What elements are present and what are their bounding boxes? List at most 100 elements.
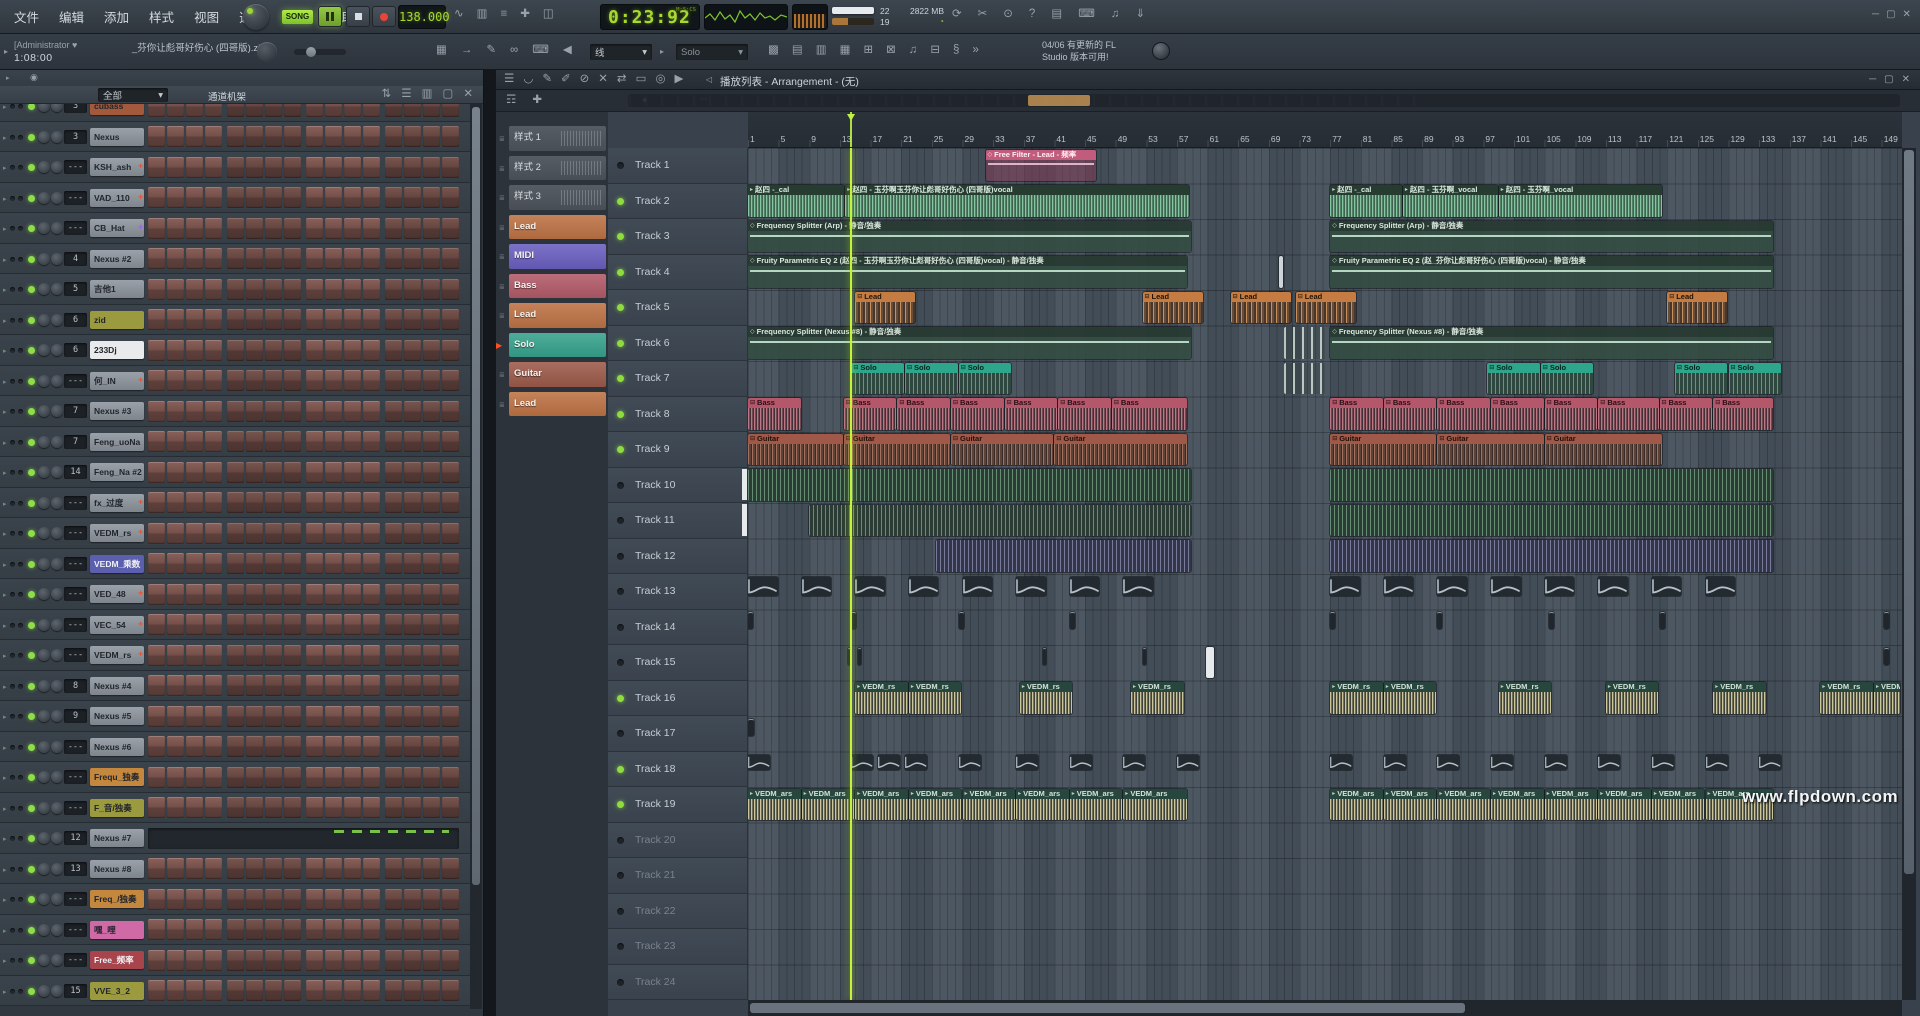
step-cell[interactable] (148, 706, 165, 727)
playlist-clip[interactable] (1016, 577, 1046, 596)
step-cell[interactable] (423, 187, 440, 208)
timeline-ruler[interactable]: 1591317212529333741454953576165697377818… (748, 112, 1902, 148)
link-icon[interactable]: ∞ (510, 45, 518, 57)
step-cell[interactable] (325, 431, 342, 452)
channel-name-button[interactable]: VEDM_乘数 (90, 555, 144, 573)
channel-pan-knob[interactable] (38, 131, 50, 143)
playlist-clip[interactable]: ⊟Solo (851, 363, 904, 395)
channel-caret-icon[interactable]: ▸ (3, 835, 7, 843)
step-cell[interactable] (306, 889, 323, 910)
track-mute-led[interactable] (617, 801, 624, 808)
channel-target-number[interactable]: --- (64, 526, 87, 540)
step-cell[interactable] (205, 187, 222, 208)
step-cell[interactable] (363, 706, 380, 727)
step-cell[interactable] (246, 736, 263, 757)
playlist-clip[interactable]: ⊟Lead (1667, 292, 1727, 324)
playlist-clip[interactable] (802, 577, 832, 596)
detach-icon[interactable]: ▢ (442, 89, 453, 101)
channel-target-number[interactable]: --- (64, 953, 87, 967)
step-cell[interactable] (423, 797, 440, 818)
channel-caret-icon[interactable]: ▸ (3, 530, 7, 538)
playlist-clip[interactable]: ▸VEDM_ars (1016, 789, 1069, 821)
keys-icon[interactable]: ♫ (909, 45, 918, 57)
step-cell[interactable] (148, 797, 165, 818)
playlist-hscrollbar[interactable] (748, 1000, 1902, 1016)
step-cell[interactable] (246, 431, 263, 452)
channel-led-icon[interactable] (18, 684, 23, 689)
channel-volume-knob[interactable] (51, 253, 63, 265)
step-cell[interactable] (167, 104, 184, 117)
channel-led-icon[interactable] (10, 745, 15, 750)
step-cell[interactable] (344, 370, 361, 391)
step-cell[interactable] (423, 309, 440, 330)
step-cell[interactable] (265, 645, 282, 666)
channel-target-number[interactable]: 15 (64, 984, 87, 998)
speaker-icon[interactable]: ◀ (563, 45, 572, 57)
playlist-clip[interactable]: ▸VEDM_ars (855, 789, 908, 821)
channel-caret-icon[interactable]: ▸ (3, 988, 7, 996)
step-cell[interactable] (404, 645, 421, 666)
step-cell[interactable] (442, 980, 459, 1001)
step-cell[interactable] (227, 889, 244, 910)
channel-pan-knob[interactable] (38, 771, 50, 783)
step-cell[interactable] (148, 553, 165, 574)
channel-mute-led[interactable] (28, 225, 35, 232)
step-cell[interactable] (404, 919, 421, 940)
playlist-clip[interactable] (1491, 755, 1513, 770)
step-cell[interactable] (284, 104, 301, 117)
step-cell[interactable] (306, 614, 323, 635)
channel-led-icon[interactable] (18, 806, 23, 811)
step-cell[interactable] (325, 340, 342, 361)
channel-target-number[interactable]: --- (64, 618, 87, 632)
stop-button[interactable] (346, 6, 370, 27)
step-cell[interactable] (385, 736, 402, 757)
step-cell[interactable] (284, 340, 301, 361)
channel-pan-knob[interactable] (38, 161, 50, 173)
playlist-track-header[interactable]: Track 1 (608, 148, 747, 184)
step-cell[interactable] (404, 126, 421, 147)
step-cell[interactable] (325, 889, 342, 910)
step-cell[interactable] (205, 797, 222, 818)
playlist-clip[interactable] (1549, 612, 1554, 629)
step-cell[interactable] (148, 187, 165, 208)
step-cell[interactable] (442, 736, 459, 757)
step-cell[interactable] (227, 401, 244, 422)
step-cell[interactable] (442, 279, 459, 300)
playlist-track-header[interactable]: Track 21 (608, 858, 747, 894)
step-cell[interactable] (265, 401, 282, 422)
step-cell[interactable] (167, 248, 184, 269)
step-cell[interactable] (363, 248, 380, 269)
step-cell[interactable] (186, 706, 203, 727)
playlist-track-header[interactable]: Track 9 (608, 432, 747, 468)
channel-pan-knob[interactable] (38, 497, 50, 509)
playlist-clip[interactable] (1123, 577, 1153, 596)
playlist-clip[interactable] (1330, 505, 1773, 537)
playlist-clip[interactable]: ⊟Bass (1384, 398, 1437, 430)
step-cell[interactable] (227, 126, 244, 147)
channel-volume-knob[interactable] (51, 588, 63, 600)
step-cell[interactable] (205, 767, 222, 788)
channel-caret-icon[interactable]: ▸ (3, 104, 7, 111)
step-cell[interactable] (186, 645, 203, 666)
playlist-clip[interactable]: ⊟Bass (1491, 398, 1544, 430)
target-selector[interactable]: Solo ▾ (676, 44, 748, 60)
step-cell[interactable] (246, 858, 263, 879)
plugin-icon[interactable]: ⊞ (864, 45, 874, 57)
track-mute-led[interactable] (617, 872, 624, 879)
channel-led-icon[interactable] (10, 501, 15, 506)
playlist-clip[interactable] (1143, 648, 1147, 665)
channel-pan-knob[interactable] (38, 832, 50, 844)
step-edit-icon[interactable]: ▥ (477, 9, 488, 21)
channel-pan-knob[interactable] (38, 253, 50, 265)
channel-mute-led[interactable] (28, 927, 35, 934)
step-cell[interactable] (186, 919, 203, 940)
step-cell[interactable] (205, 340, 222, 361)
step-cell[interactable] (186, 767, 203, 788)
step-cell[interactable] (284, 858, 301, 879)
channel-volume-knob[interactable] (51, 497, 63, 509)
step-cell[interactable] (363, 614, 380, 635)
step-cell[interactable] (423, 858, 440, 879)
step-cell[interactable] (246, 919, 263, 940)
picker-item[interactable]: ≣MIDI (496, 242, 608, 272)
step-cell[interactable] (423, 980, 440, 1001)
